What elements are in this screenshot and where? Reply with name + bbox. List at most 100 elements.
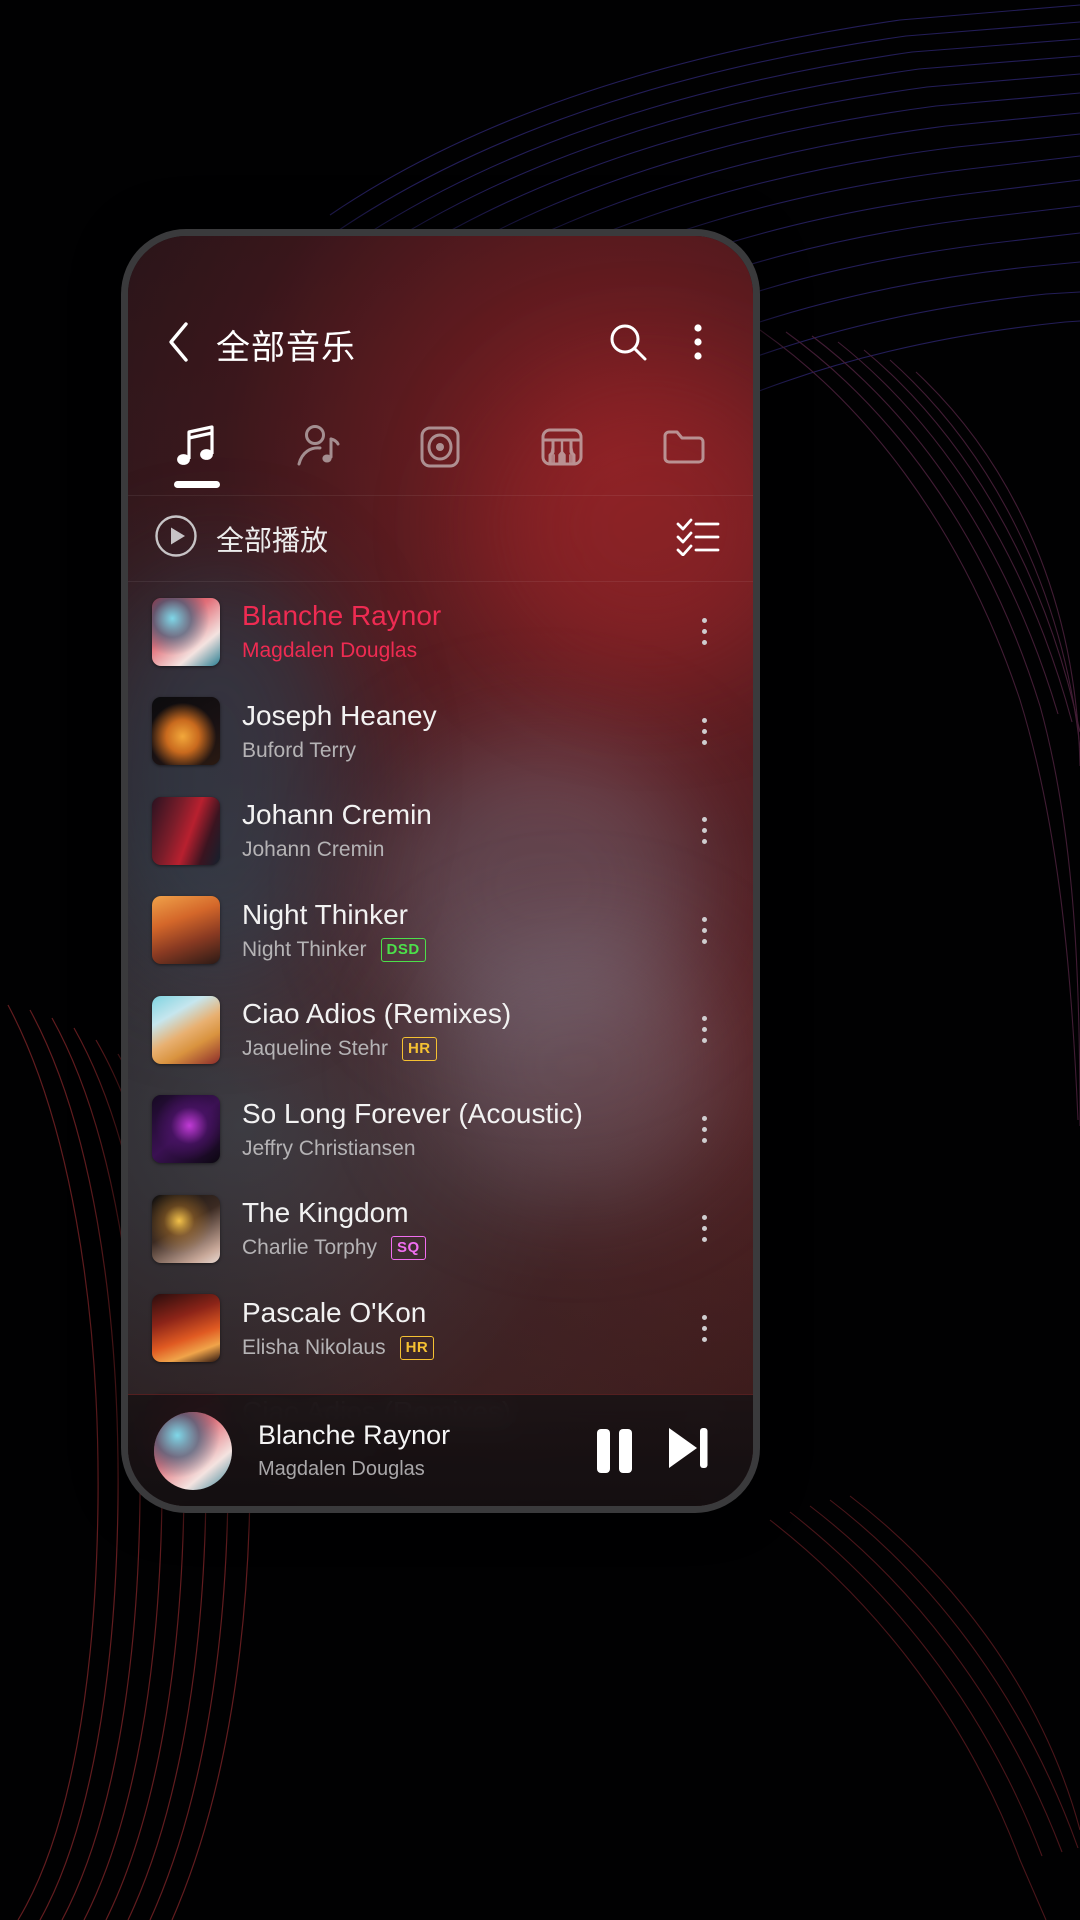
tab-artists[interactable] (258, 404, 380, 496)
more-vertical-icon (701, 739, 707, 745)
overflow-menu-button[interactable] (669, 315, 727, 373)
song-meta: So Long Forever (Acoustic) Jeffry Christi… (242, 1097, 677, 1162)
mini-player-meta: Blanche Raynor Magdalen Douglas (258, 1419, 577, 1482)
more-vertical-icon (701, 717, 707, 723)
quality-badge-sq: SQ (391, 1236, 426, 1261)
music-note-icon (169, 419, 225, 480)
song-album-art (152, 796, 220, 865)
song-title: So Long Forever (Acoustic) (242, 1097, 583, 1129)
tab-genres[interactable] (501, 404, 623, 496)
song-subtitle-row: Night Thinker DSD (242, 937, 677, 963)
song-subtitle-row: Buford Terry (242, 738, 677, 764)
song-row[interactable]: Pascale O'Kon Elisha Nikolaus HR (128, 1279, 753, 1379)
song-meta: Ciao Adios (Remixes) Jaqueline Stehr HR (242, 997, 677, 1062)
song-meta: Joseph Heaney Buford Terry (242, 699, 677, 764)
song-title: Blanche Raynor (242, 600, 442, 632)
tab-bar (128, 404, 753, 496)
screenshot-root: 全部音乐 全部播放 Blanche Raynor Magdalen Dougla… (0, 0, 1080, 1920)
more-vertical-icon (691, 320, 705, 369)
song-overflow-button[interactable] (677, 698, 731, 764)
tab-active-indicator (173, 480, 220, 488)
song-meta: Pascale O'Kon Elisha Nikolaus HR (242, 1296, 677, 1361)
song-subtitle-row: Jaqueline Stehr HR (242, 1036, 677, 1062)
song-row[interactable]: Ciao Adios (Remixes) Jaqueline Stehr HR (128, 980, 753, 1080)
next-track-button[interactable] (651, 1414, 725, 1488)
more-vertical-icon (701, 839, 707, 845)
album-art-image (152, 697, 220, 766)
play-all-row[interactable]: 全部播放 (128, 496, 753, 582)
song-row[interactable]: Johann Cremin Johann Cremin (128, 781, 753, 881)
song-row[interactable]: Joseph Heaney Buford Terry (128, 682, 753, 782)
song-title: Joseph Heaney (242, 699, 437, 731)
song-meta: The Kingdom Charlie Torphy SQ (242, 1196, 677, 1261)
album-art-image (152, 1095, 220, 1164)
song-album-art (152, 597, 220, 666)
song-overflow-button[interactable] (677, 897, 731, 963)
song-title: Pascale O'Kon (242, 1296, 427, 1328)
song-artist: Elisha Nikolaus (242, 1335, 386, 1359)
more-vertical-icon (701, 1314, 707, 1320)
multi-select-button[interactable] (669, 510, 727, 568)
album-art-image (152, 597, 220, 666)
song-title: The Kingdom (242, 1197, 409, 1229)
song-overflow-button[interactable] (677, 599, 731, 665)
song-album-art (152, 1095, 220, 1164)
song-artist: Buford Terry (242, 738, 356, 762)
song-overflow-button[interactable] (677, 997, 731, 1063)
song-subtitle-row: Magdalen Douglas (242, 638, 677, 664)
tab-songs[interactable] (136, 404, 258, 496)
song-row[interactable]: The Kingdom Charlie Torphy SQ (128, 1179, 753, 1279)
song-artist: Charlie Torphy (242, 1236, 378, 1260)
more-vertical-icon (701, 916, 707, 922)
app-bar: 全部音乐 (128, 284, 753, 404)
mini-player-album-art[interactable] (154, 1411, 232, 1490)
song-title: Johann Cremin (242, 799, 432, 831)
back-button[interactable] (152, 317, 206, 371)
folder-icon (656, 419, 712, 480)
tab-albums[interactable] (380, 404, 502, 496)
quality-badge-hr: HR (399, 1335, 435, 1360)
song-meta: Blanche Raynor Magdalen Douglas (242, 599, 677, 664)
song-artist: Jeffry Christiansen (242, 1136, 416, 1160)
chevron-left-icon (164, 320, 194, 369)
song-row[interactable]: Night Thinker Night Thinker DSD (128, 881, 753, 981)
tab-folders[interactable] (623, 404, 745, 496)
mini-player[interactable]: Blanche Raynor Magdalen Douglas (128, 1394, 753, 1506)
play-all-button[interactable]: 全部播放 (154, 514, 328, 563)
song-overflow-button[interactable] (677, 798, 731, 864)
pause-button[interactable] (577, 1414, 651, 1488)
song-album-art (152, 896, 220, 965)
song-overflow-button[interactable] (677, 1196, 731, 1262)
skip-next-icon (663, 1424, 713, 1477)
album-disc-icon (412, 419, 468, 480)
song-row[interactable]: Blanche Raynor Magdalen Douglas (128, 582, 753, 682)
search-button[interactable] (599, 315, 657, 373)
song-subtitle-row: Jeffry Christiansen (242, 1136, 677, 1162)
song-meta: Night Thinker Night Thinker DSD (242, 898, 677, 963)
mini-player-artist: Magdalen Douglas (258, 1458, 425, 1480)
song-meta: Johann Cremin Johann Cremin (242, 798, 677, 863)
song-overflow-button[interactable] (677, 1096, 731, 1162)
quality-badge-hr: HR (401, 1037, 437, 1062)
song-artist: Johann Cremin (242, 838, 385, 862)
more-vertical-icon (701, 1016, 707, 1022)
play-all-label: 全部播放 (216, 524, 329, 556)
artist-icon (291, 419, 347, 480)
more-vertical-icon (701, 927, 707, 933)
phone-screen: 全部音乐 全部播放 Blanche Raynor Magdalen Dougla… (128, 236, 753, 1506)
more-vertical-icon (701, 828, 707, 834)
song-subtitle-row: Elisha Nikolaus HR (242, 1335, 677, 1361)
song-list: Blanche Raynor Magdalen Douglas Joseph Hea… (128, 582, 753, 1478)
song-title: Ciao Adios (Remixes) (242, 998, 512, 1030)
piano-keys-icon (534, 419, 590, 480)
song-row[interactable]: So Long Forever (Acoustic) Jeffry Christi… (128, 1080, 753, 1180)
quality-badge-dsd: DSD (380, 937, 426, 962)
album-art-image (152, 1294, 220, 1363)
more-vertical-icon (701, 938, 707, 944)
more-vertical-icon (701, 1215, 707, 1221)
more-vertical-icon (701, 1038, 707, 1044)
checklist-icon (676, 516, 720, 561)
album-art-image (154, 1411, 232, 1490)
more-vertical-icon (701, 629, 707, 635)
song-overflow-button[interactable] (677, 1295, 731, 1361)
